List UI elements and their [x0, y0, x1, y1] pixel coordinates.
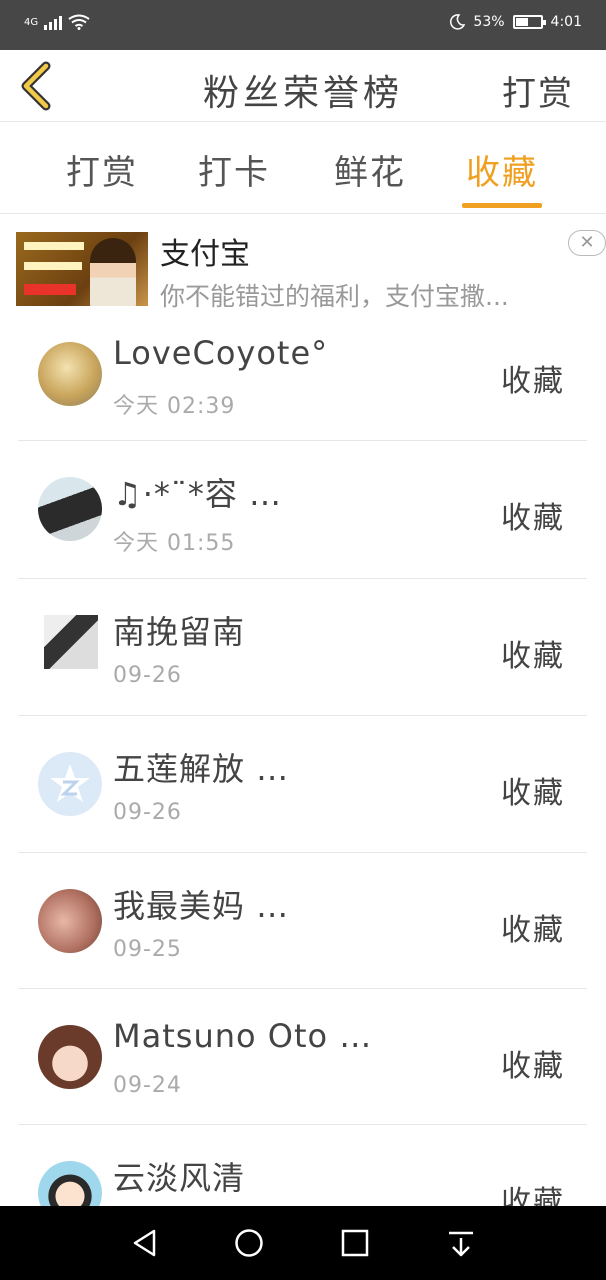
timestamp: 09-26: [113, 663, 182, 688]
signal-icon: [44, 14, 63, 30]
ad-title: 支付宝: [160, 237, 250, 272]
timestamp: 今天 01:55: [113, 531, 236, 556]
tab-flowers[interactable]: 鲜花: [310, 145, 430, 194]
timestamp: 今天 02:39: [113, 394, 236, 419]
user-name: LoveCoyote°: [113, 334, 329, 372]
list-item[interactable]: ♫·*¨*容 … 今天 01:55 收藏: [18, 441, 587, 579]
avatar: [44, 615, 98, 669]
user-name: Matsuno Oto …: [113, 1017, 373, 1055]
tab-bar: 打赏 打卡 鲜花 收藏: [0, 123, 606, 214]
favorite-label: 收藏: [501, 639, 565, 674]
favorite-label: 收藏: [501, 364, 565, 399]
favorite-label: 收藏: [501, 501, 565, 536]
favorite-label: 收藏: [501, 776, 565, 811]
avatar: [38, 477, 102, 541]
list-item[interactable]: 五莲解放 … 09-26 收藏: [18, 716, 587, 853]
user-name: 云淡风清: [113, 1159, 246, 1197]
list-item[interactable]: 我最美妈 … 09-25 收藏: [18, 853, 587, 989]
notification-pulldown-icon[interactable]: [446, 1228, 476, 1258]
clock: 4:01: [550, 14, 582, 30]
favorite-label: 收藏: [501, 1049, 565, 1084]
battery-percent: 53%: [473, 14, 505, 30]
moon-icon: [450, 14, 466, 30]
battery-icon: [512, 15, 546, 29]
tab-reward[interactable]: 打赏: [42, 145, 162, 194]
status-bar: 4G 53% 4:01: [0, 0, 606, 50]
list-item[interactable]: 南挽留南 09-26 收藏: [18, 579, 587, 716]
user-name: 南挽留南: [113, 613, 246, 651]
list-item[interactable]: LoveCoyote° 今天 02:39 收藏: [18, 316, 587, 441]
active-tab-indicator: [462, 203, 542, 208]
avatar: [38, 342, 102, 406]
user-name: 我最美妈 …: [113, 887, 290, 925]
reward-button[interactable]: 打赏: [502, 66, 574, 115]
user-name: ♫·*¨*容 …: [113, 475, 283, 513]
timestamp: 09-26: [113, 800, 182, 825]
recents-square-icon[interactable]: [340, 1228, 370, 1258]
user-name: 五莲解放 …: [113, 750, 290, 788]
list-item[interactable]: 云淡风清 收藏: [18, 1125, 587, 1225]
tab-checkin[interactable]: 打卡: [174, 145, 294, 194]
default-avatar-icon: [50, 764, 90, 802]
list-item[interactable]: Matsuno Oto … 09-24 收藏: [18, 989, 587, 1125]
home-circle-icon[interactable]: [234, 1228, 264, 1258]
ad-image: [16, 232, 148, 306]
timestamp: 09-24: [113, 1073, 182, 1098]
timestamp: 09-25: [113, 937, 182, 962]
network-type: 4G: [24, 16, 39, 28]
ad-description: 你不能错过的福利，支付宝撒...: [160, 282, 509, 311]
tab-favorites[interactable]: 收藏: [442, 145, 562, 194]
favorite-label: 收藏: [501, 913, 565, 948]
back-triangle-icon[interactable]: [130, 1228, 160, 1258]
ad-banner[interactable]: 支付宝 你不能错过的福利，支付宝撒...: [0, 215, 606, 315]
wifi-icon: [68, 14, 90, 30]
ad-close-button[interactable]: ✕: [568, 230, 606, 256]
avatar: [38, 752, 102, 816]
system-nav-bar: [0, 1206, 606, 1280]
avatar: [38, 1025, 102, 1089]
title-bar: 粉丝荣誉榜 打赏: [0, 50, 606, 122]
avatar: [38, 889, 102, 953]
